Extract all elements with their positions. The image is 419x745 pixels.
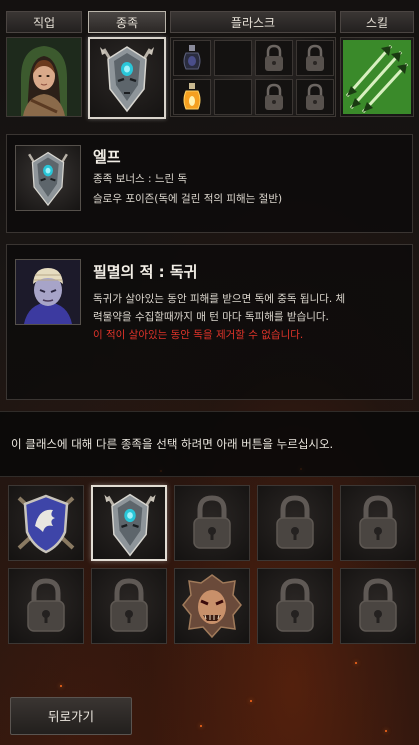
flask-slot-empty[interactable] [214,79,252,115]
elf-mask-icon [93,487,165,561]
tab-skill[interactable]: 스킬 [340,11,414,33]
flask-slot[interactable] [173,40,211,76]
race-slot-locked[interactable] [257,568,333,644]
lock-icon [341,486,415,560]
race-slot-locked[interactable] [8,568,84,644]
race-slot-locked[interactable] [340,485,416,561]
ember-particle [385,730,387,732]
race-slot-elf[interactable] [91,485,167,561]
race-slot-locked[interactable] [340,568,416,644]
info-bar: 이 클래스에 대해 다른 종족을 선택 하려면 아래 버튼을 누르십시오. [0,411,419,477]
race-description: 슬로우 포이즌(독에 걸린 적의 피해는 절반) [93,193,283,205]
skill-tile[interactable] [340,37,414,117]
elf-mask-icon [100,46,154,113]
flask-slot-locked[interactable] [296,79,334,115]
lock-icon [175,486,249,560]
demon-helm-icon [175,569,249,643]
nemesis-portrait [15,259,81,325]
race-portrait [15,145,81,211]
race-bonus: 종족 보너스 : 느린 독 [93,173,188,185]
race-portrait-tile[interactable] [88,37,166,119]
ranger-portrait-icon [7,38,81,116]
race-info-panel: 엘프 종족 보너스 : 느린 독 슬로우 포이즌(독에 걸린 적의 피해는 절반… [6,134,413,233]
race-select-screen: 직업 종족 플라스크 스킬 엘프 종족 보너스: 느린 독 슬로우 포이즌(독… [0,0,419,745]
tab-flask[interactable]: 플라스크 [170,11,336,33]
tab-race[interactable]: 종족 [88,11,166,33]
flask-panel [170,37,336,117]
lock-icon [265,83,283,110]
lock-icon [265,44,283,71]
nemesis-title: 필멸의 적 : 독귀 [93,263,198,281]
race-slot-human[interactable] [8,485,84,561]
ember-particle [355,662,357,664]
nemesis-warning: 이 적이 살아있는 동안 독을 제거할 수 없습니다. [93,329,304,341]
info-text: 이 클래스에 대해 다른 종족을 선택 하려면 아래 버튼을 누르십시오. [11,437,334,451]
race-slot-demon[interactable] [174,568,250,644]
elf-mask-icon [28,151,68,207]
human-shield-icon [9,486,83,560]
class-portrait-tile[interactable] [6,37,82,117]
nemesis-desc-line2: 력물약을 수집할때까지 매 턴 마다 독피해를 받습니다. [93,311,329,323]
lock-icon [341,569,415,643]
lock-icon [258,486,332,560]
flask-slot-empty[interactable] [214,40,252,76]
tab-class[interactable]: 직업 [6,11,82,33]
arrow-volley-icon [343,40,411,114]
lock-icon [258,569,332,643]
fire-flask-icon [183,83,201,110]
flask-slot-locked[interactable] [255,79,293,115]
poison-ghoul-icon [16,260,80,324]
race-slot-locked[interactable] [257,485,333,561]
flask-slot-locked[interactable] [255,40,293,76]
flask-slot[interactable] [173,79,211,115]
dark-flask-icon [183,45,201,70]
nemesis-panel: 필멸의 적 : 독귀 독귀가 살아있는 동안 피해를 받으면 독에 중독 됩니다… [6,244,413,400]
ember-particle [200,725,202,727]
ember-particle [250,700,252,702]
lock-icon [9,569,83,643]
nemesis-desc-line1: 독귀가 살아있는 동안 피해를 받으면 독에 중독 됩니다. 체 [93,293,346,305]
lock-icon [306,83,324,110]
ember-particle [60,685,62,687]
lock-icon [92,569,166,643]
back-button[interactable]: 뒤로가기 [10,697,132,735]
race-name: 엘프 [93,148,121,166]
race-slot-locked[interactable] [174,485,250,561]
race-slot-locked[interactable] [91,568,167,644]
flask-slot-locked[interactable] [296,40,334,76]
lock-icon [306,44,324,71]
